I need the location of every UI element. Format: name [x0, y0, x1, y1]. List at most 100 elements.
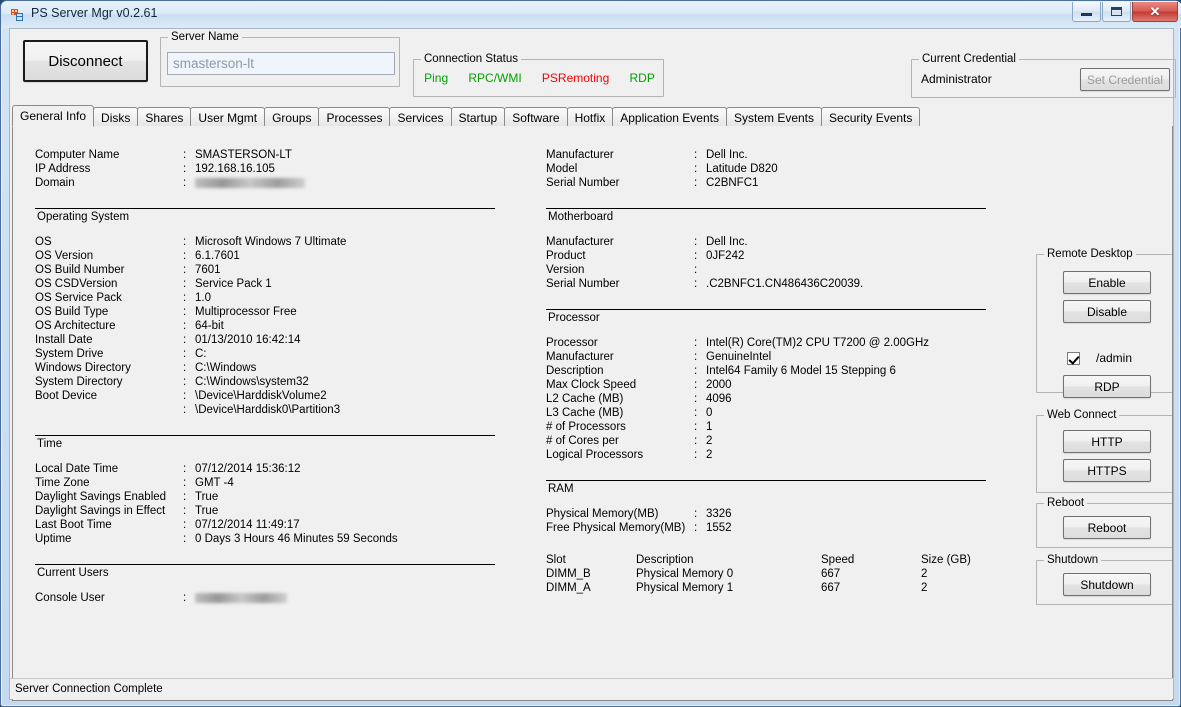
tab-user-mgmt[interactable]: User Mgmt	[190, 107, 266, 127]
tab-page-general-info: Computer Name: SMASTERSON-LT IP Address:19…	[12, 126, 1173, 701]
client-area: Disconnect Server Name Connection Status…	[9, 28, 1176, 701]
ram-slot-header-row: Slot Description Speed Size (GB)	[546, 553, 971, 567]
tab-bar: General Info Disks Shares User Mgmt Groups Pr…	[12, 105, 1173, 128]
minimize-icon	[1081, 13, 1092, 16]
shutdown-button[interactable]: Shutdown	[1063, 573, 1151, 596]
rdp-admin-checkbox-row[interactable]: /admin	[1067, 351, 1132, 365]
disconnect-button[interactable]: Disconnect	[23, 40, 148, 82]
status-bar-text: Server Connection Complete	[15, 683, 163, 695]
time-row: Daylight Savings Enabled: True	[35, 490, 398, 504]
os-key: OS Architecture	[35, 320, 116, 332]
os-colon: :	[183, 376, 187, 388]
time-key: Uptime	[35, 533, 72, 545]
rdp-admin-checkbox[interactable]	[1067, 351, 1080, 365]
tab-hotfix[interactable]: Hotfix	[566, 107, 614, 127]
identity-key: Domain	[35, 177, 75, 189]
motherboard-key: Serial Number	[546, 278, 620, 290]
reboot-button[interactable]: Reboot	[1063, 516, 1151, 539]
tab-software[interactable]: Software	[504, 107, 568, 127]
minimize-button[interactable]	[1072, 2, 1101, 22]
ram-slot-cell: DIMM_A	[546, 582, 591, 594]
connection-status-group: Connection Status Ping RPC/WMI PSRemotin…	[413, 53, 664, 97]
system-colon: :	[694, 177, 698, 189]
rdp-enable-button[interactable]: Enable	[1063, 271, 1151, 294]
section-heading-processor: Processor	[548, 312, 600, 324]
time-key: Daylight Savings Enabled	[35, 491, 167, 503]
identity-colon: :	[183, 177, 187, 189]
server-name-input[interactable]	[167, 52, 395, 75]
tab-services[interactable]: Services	[389, 107, 452, 127]
processor-row: Processor: Intel(R) Core(TM)2 CPU T7200 @…	[546, 336, 929, 350]
ram-colon: :	[694, 508, 698, 520]
tab-startup[interactable]: Startup	[450, 107, 506, 127]
ram-row: Free Physical Memory(MB):1552	[546, 521, 732, 535]
ram-slot-row: DIMM_B Physical Memory 0 667 2	[546, 567, 971, 581]
system-key: Serial Number	[546, 177, 620, 189]
divider-ram	[546, 480, 986, 481]
tab-application-events[interactable]: Application Events	[612, 107, 727, 127]
tab-groups[interactable]: Groups	[264, 107, 320, 127]
close-icon: ✕	[1149, 4, 1161, 19]
ram-slot-header: Slot	[546, 554, 566, 566]
connection-status-psremoting: PSRemoting	[541, 71, 610, 85]
current-credential-user: Administrator	[921, 72, 992, 86]
divider-current-users	[35, 564, 495, 565]
processor-value: 1	[706, 421, 713, 433]
server-name-group: Server Name	[160, 31, 400, 87]
processor-row: Logical Processors:2	[546, 448, 929, 462]
window-controls: ✕	[1072, 2, 1178, 22]
os-colon: :	[183, 306, 187, 318]
rdp-connect-button[interactable]: RDP	[1063, 375, 1151, 398]
processor-colon: :	[694, 379, 698, 391]
ram-key: Free Physical Memory(MB)	[546, 522, 686, 534]
ram-slot-cell: 2	[921, 568, 928, 580]
motherboard-colon: :	[694, 250, 698, 262]
maximize-button[interactable]	[1102, 2, 1131, 22]
general-info-left-column: Computer Name: SMASTERSON-LT IP Address:19…	[35, 148, 495, 605]
close-button[interactable]: ✕	[1132, 2, 1178, 22]
ram-slot-header: Description	[636, 554, 694, 566]
identity-value: SMASTERSON-LT	[195, 149, 292, 161]
https-button[interactable]: HTTPS	[1063, 459, 1151, 482]
ram-slot-cell: DIMM_B	[546, 568, 591, 580]
rdp-disable-button[interactable]: Disable	[1063, 300, 1151, 323]
os-value: C:	[195, 348, 207, 360]
processor-key: Processor	[546, 337, 598, 349]
title-bar[interactable]: PS Server Mgr v0.2.61 ✕	[1, 1, 1181, 28]
ram-value: 3326	[706, 508, 732, 520]
os-row: System Drive: C:	[35, 347, 346, 361]
processor-colon: :	[694, 407, 698, 419]
motherboard-colon: :	[694, 236, 698, 248]
system-value: C2BNFC1	[706, 177, 759, 189]
web-connect-group-title: Web Connect	[1044, 409, 1120, 421]
connection-status-rdp: RDP	[629, 71, 655, 85]
tab-general-info[interactable]: General Info	[12, 105, 95, 127]
connection-status-ping: Ping	[424, 71, 449, 85]
processor-value: Intel(R) Core(TM)2 CPU T7200 @ 2.00GHz	[706, 337, 929, 349]
processor-row: # of Processors:1	[546, 420, 929, 434]
tab-security-events[interactable]: Security Events	[821, 107, 921, 127]
identity-value: 192.168.16.105	[195, 163, 275, 175]
time-key: Daylight Savings in Effect	[35, 505, 166, 517]
os-row: OS Version:6.1.7601	[35, 249, 346, 263]
system-colon: :	[694, 163, 698, 175]
section-heading-motherboard: Motherboard	[548, 211, 614, 223]
time-row: Time Zone: GMT -4	[35, 476, 398, 490]
ram-slot-header: Speed	[821, 554, 855, 566]
current-credential-group-title: Current Credential	[919, 53, 1019, 65]
processor-value: Intel64 Family 6 Model 15 Stepping 6	[706, 365, 896, 377]
set-credential-button[interactable]: Set Credential	[1080, 68, 1170, 91]
shutdown-group-title: Shutdown	[1044, 554, 1102, 566]
tab-disks[interactable]: Disks	[93, 107, 139, 127]
ram-slot-cell: 2	[921, 582, 928, 594]
tab-processes[interactable]: Processes	[318, 107, 391, 127]
http-button[interactable]: HTTP	[1063, 430, 1151, 453]
system-value: Latitude D820	[706, 163, 778, 175]
identity-colon: :	[183, 149, 187, 161]
time-colon: :	[183, 491, 187, 503]
tab-shares[interactable]: Shares	[137, 107, 192, 127]
os-colon: :	[183, 264, 187, 276]
os-colon: :	[183, 334, 187, 346]
tab-system-events[interactable]: System Events	[725, 107, 823, 127]
motherboard-row: Version:	[546, 263, 863, 277]
